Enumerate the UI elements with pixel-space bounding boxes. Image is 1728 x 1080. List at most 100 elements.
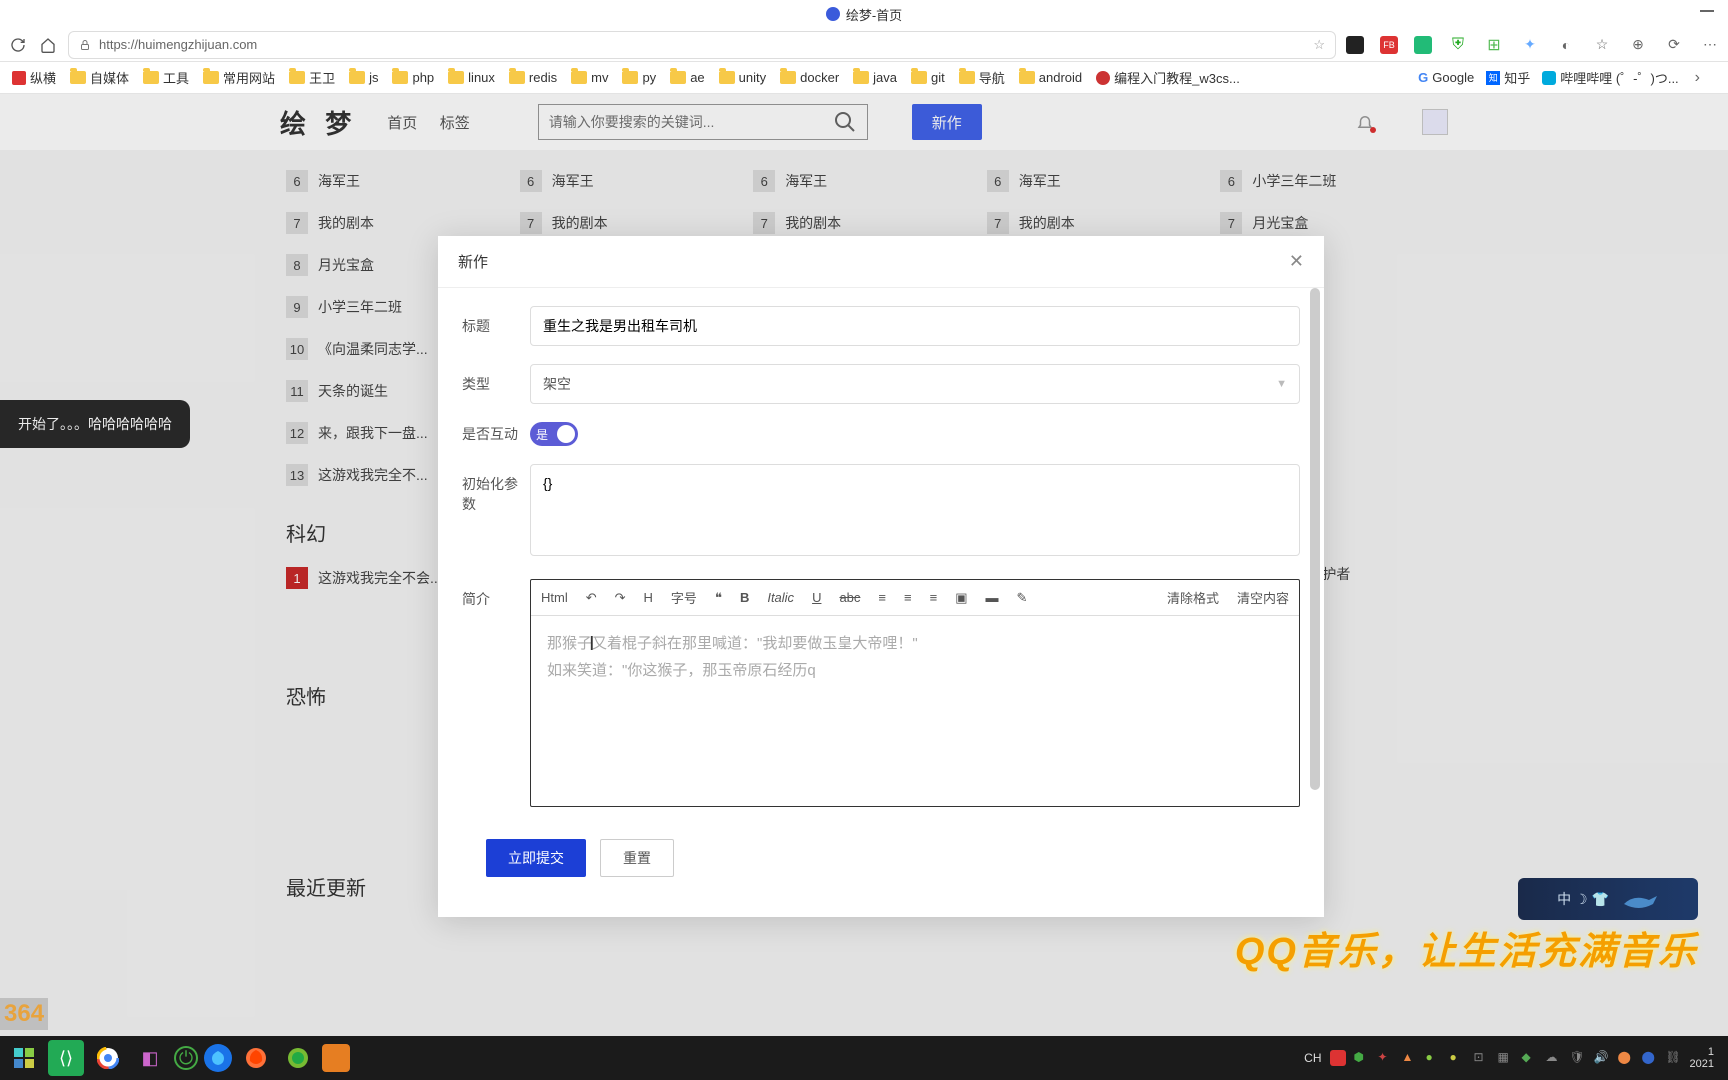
- taskbar-app[interactable]: [90, 1040, 126, 1076]
- tray-icon[interactable]: ⬤: [1618, 1050, 1634, 1066]
- ext-icon[interactable]: ⛨: [1448, 35, 1468, 55]
- tray-icon[interactable]: ▲: [1402, 1050, 1418, 1066]
- taskbar-app[interactable]: [238, 1040, 274, 1076]
- label-title: 标题: [462, 306, 530, 336]
- tray-icon[interactable]: ●: [1450, 1050, 1466, 1066]
- submit-button[interactable]: 立即提交: [486, 839, 586, 877]
- reload-button[interactable]: [8, 35, 28, 55]
- tb-html[interactable]: Html: [541, 590, 568, 605]
- bookmark-item[interactable]: GGoogle: [1418, 70, 1474, 85]
- ext-icon[interactable]: ⊞: [1484, 35, 1504, 55]
- taskbar-app[interactable]: ⟨⟩: [48, 1040, 84, 1076]
- bookmark-star-icon[interactable]: ☆: [1313, 37, 1325, 53]
- undo-icon[interactable]: ↶: [586, 590, 597, 606]
- tray-icon[interactable]: ●: [1426, 1050, 1442, 1066]
- params-textarea[interactable]: {}: [530, 464, 1300, 556]
- type-select[interactable]: 架空 ▼: [530, 364, 1300, 404]
- tb-clearcontent[interactable]: 清空内容: [1237, 588, 1289, 607]
- lock-icon: [79, 39, 91, 51]
- bookmark-item[interactable]: php: [392, 70, 434, 85]
- ext-icon[interactable]: ✦: [1520, 35, 1540, 55]
- bookmarks-overflow[interactable]: ›: [1691, 69, 1704, 87]
- bookmark-item[interactable]: 编程入门教程_w3cs...: [1096, 68, 1240, 87]
- bookmark-item[interactable]: unity: [719, 70, 766, 85]
- bookmark-item[interactable]: git: [911, 70, 945, 85]
- tb-fontsize[interactable]: 字号: [671, 588, 697, 607]
- label-desc: 简介: [462, 579, 530, 609]
- bookmark-item[interactable]: 常用网站: [203, 68, 275, 87]
- taskbar-app[interactable]: ◧: [132, 1040, 168, 1076]
- close-icon[interactable]: ✕: [1289, 251, 1304, 272]
- bookmark-item[interactable]: 哔哩哔哩 (゜-゜)つ...: [1542, 68, 1678, 87]
- interactive-toggle[interactable]: 是: [530, 422, 578, 446]
- tb-strike[interactable]: abc: [839, 590, 860, 605]
- tray-icon[interactable]: ▦: [1498, 1050, 1514, 1066]
- start-button[interactable]: [6, 1040, 42, 1076]
- align-right-icon[interactable]: ≡: [930, 590, 938, 605]
- editor-body[interactable]: I 那猴子又着棍子斜在那里喊道："我却要做玉皇大帝哩！" 如来笑道："你这猴子，…: [531, 616, 1299, 806]
- title-input[interactable]: [530, 306, 1300, 346]
- pen-icon[interactable]: ✎: [1017, 590, 1028, 606]
- tray-icon[interactable]: 🔊: [1594, 1050, 1610, 1066]
- ext-icon[interactable]: [1346, 36, 1364, 54]
- tb-quote[interactable]: ❝: [715, 590, 722, 606]
- menu-icon[interactable]: ⋯: [1700, 35, 1720, 55]
- bookmark-item[interactable]: java: [853, 70, 897, 85]
- taskbar-app[interactable]: [280, 1040, 316, 1076]
- taskbar-app[interactable]: ⏻: [174, 1046, 198, 1070]
- bookmark-item[interactable]: js: [349, 70, 378, 85]
- bookmark-item[interactable]: 导航: [959, 68, 1005, 87]
- modal-scrollbar[interactable]: [1310, 288, 1322, 915]
- tray-icon[interactable]: [1330, 1050, 1346, 1066]
- tray-icon[interactable]: ⬢: [1354, 1050, 1370, 1066]
- label-type: 类型: [462, 364, 530, 394]
- tb-bold[interactable]: B: [740, 590, 749, 605]
- tb-underline[interactable]: U: [812, 590, 821, 605]
- bookmark-item[interactable]: ae: [670, 70, 704, 85]
- tray-icon[interactable]: ⛓: [1666, 1050, 1682, 1066]
- bookmark-item[interactable]: 知知乎: [1486, 68, 1530, 87]
- video-icon[interactable]: ▬: [986, 590, 999, 605]
- tb-clearformat[interactable]: 清除格式: [1167, 588, 1219, 607]
- toggle-knob: [557, 425, 575, 443]
- ext-icon[interactable]: FB: [1380, 36, 1398, 54]
- tb-italic[interactable]: Italic: [767, 590, 794, 605]
- clock-time[interactable]: 1: [1690, 1046, 1714, 1058]
- bookmark-item[interactable]: 自媒体: [70, 68, 129, 87]
- taskbar-app[interactable]: [204, 1044, 232, 1072]
- clock-date[interactable]: 2021: [1690, 1058, 1714, 1070]
- home-button[interactable]: [38, 35, 58, 55]
- bookmark-item[interactable]: android: [1019, 70, 1082, 85]
- ext-icon[interactable]: [1414, 36, 1432, 54]
- bookmark-item[interactable]: redis: [509, 70, 557, 85]
- bookmark-item[interactable]: 工具: [143, 68, 189, 87]
- history-icon[interactable]: ⟳: [1664, 35, 1684, 55]
- tray-lang[interactable]: CH: [1304, 1051, 1321, 1065]
- tray-icon[interactable]: ⬤: [1642, 1050, 1658, 1066]
- taskbar-app[interactable]: [322, 1044, 350, 1072]
- tb-heading[interactable]: H: [644, 590, 653, 605]
- minimize-button[interactable]: [1700, 10, 1714, 12]
- tray-icon[interactable]: ✦: [1378, 1050, 1394, 1066]
- reset-button[interactable]: 重置: [600, 839, 674, 877]
- bookmark-item[interactable]: 王卫: [289, 68, 335, 87]
- bookmark-item[interactable]: 纵横: [12, 68, 56, 87]
- align-left-icon[interactable]: ≡: [878, 590, 886, 605]
- address-bar[interactable]: https://huimengzhijuan.com ☆: [68, 31, 1336, 59]
- bookmark-item[interactable]: mv: [571, 70, 608, 85]
- modal-body: 标题 类型 架空 ▼ 是否互动 是 初始化参数 {}: [438, 288, 1324, 917]
- align-center-icon[interactable]: ≡: [904, 590, 912, 605]
- tray-icon[interactable]: ☁: [1546, 1050, 1562, 1066]
- whale-widget[interactable]: 中 ☽ 👕: [1518, 878, 1698, 920]
- bookmark-item[interactable]: docker: [780, 70, 839, 85]
- bookmark-item[interactable]: py: [622, 70, 656, 85]
- tray-icon[interactable]: 🛡: [1570, 1050, 1586, 1066]
- sync-icon[interactable]: ◐: [1556, 35, 1576, 55]
- image-icon[interactable]: ▣: [955, 590, 967, 606]
- collections-icon[interactable]: ⊕: [1628, 35, 1648, 55]
- tray-icon[interactable]: ⊡: [1474, 1050, 1490, 1066]
- favorites-icon[interactable]: ☆: [1592, 35, 1612, 55]
- bookmark-item[interactable]: linux: [448, 70, 495, 85]
- redo-icon[interactable]: ↷: [615, 590, 626, 606]
- tray-icon[interactable]: ◆: [1522, 1050, 1538, 1066]
